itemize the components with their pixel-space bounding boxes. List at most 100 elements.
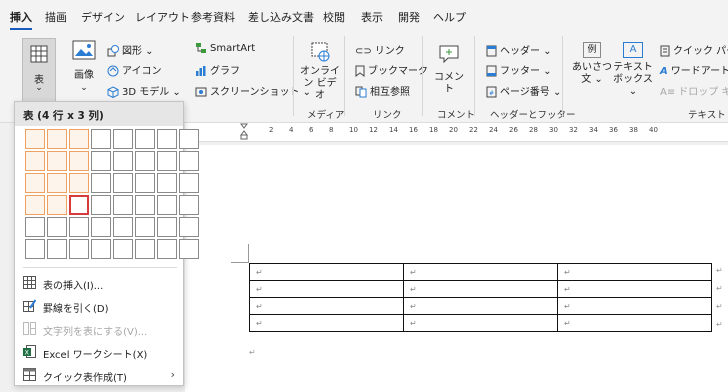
grid-cell[interactable] xyxy=(47,173,67,193)
tab-developer[interactable]: 開発 xyxy=(398,9,420,25)
grid-cell[interactable] xyxy=(47,239,67,259)
table-cell[interactable]: ↵ xyxy=(557,314,712,332)
grid-cell[interactable] xyxy=(179,195,199,215)
grid-cell[interactable] xyxy=(113,217,133,237)
text-to-table-item[interactable]: 文字列を表にする(V)... xyxy=(23,319,179,339)
footer-button[interactable]: フッター ⌄ xyxy=(486,62,552,77)
grid-cell[interactable] xyxy=(91,151,111,171)
grid-cell[interactable] xyxy=(91,173,111,193)
table-cell[interactable]: ↵ xyxy=(249,314,404,332)
grid-cell[interactable] xyxy=(25,217,45,237)
comment-button[interactable]: コメント xyxy=(431,44,467,96)
tab-layout[interactable]: レイアウト xyxy=(135,9,190,25)
grid-cell[interactable] xyxy=(91,217,111,237)
grid-cell[interactable] xyxy=(157,173,177,193)
graph-button[interactable]: グラフ xyxy=(195,62,240,77)
insert-table-item[interactable]: 表の挿入(I)... xyxy=(23,273,179,293)
table-cell[interactable]: ↵ xyxy=(557,297,712,315)
quick-tables-item[interactable]: クイック表作成(T) › xyxy=(23,365,179,385)
draw-table-item[interactable]: 罫線を引く(D) xyxy=(23,296,179,316)
icons-button[interactable]: アイコン xyxy=(107,62,162,77)
grid-cell[interactable] xyxy=(179,173,199,193)
group-divider xyxy=(562,36,563,116)
horizontal-ruler[interactable]: 2 4 6 8 10 12 14 16 18 20 22 24 26 28 30… xyxy=(185,123,728,142)
grid-cell[interactable] xyxy=(179,217,199,237)
grid-cell[interactable] xyxy=(25,173,45,193)
tab-review[interactable]: 校閲 xyxy=(323,9,345,25)
link-button[interactable]: ⊂⊃ リンク xyxy=(355,42,405,58)
grid-cell[interactable] xyxy=(91,239,111,259)
indent-marker-icon[interactable] xyxy=(240,123,248,140)
grid-cell[interactable] xyxy=(135,217,155,237)
table-cell[interactable]: ↵ xyxy=(557,280,712,298)
grid-cell[interactable] xyxy=(179,239,199,259)
tab-references[interactable]: 参考資料 xyxy=(191,9,235,25)
header-button[interactable]: ヘッダー ⌄ xyxy=(486,42,552,57)
dropcap-button[interactable]: A≡ドロップ キャップ xyxy=(660,83,728,99)
grid-cell[interactable] xyxy=(47,129,67,149)
textbox-button[interactable]: A テキスト ボックス ⌄ xyxy=(613,42,653,98)
cross-reference-button[interactable]: 相互参照 xyxy=(355,83,410,98)
grid-cell[interactable] xyxy=(47,217,67,237)
grid-cell[interactable] xyxy=(179,151,199,171)
grid-cell[interactable] xyxy=(69,239,89,259)
image-button[interactable]: 画像 ⌄ xyxy=(66,40,102,94)
table-cell[interactable]: ↵ xyxy=(249,297,404,315)
grid-cell[interactable] xyxy=(47,151,67,171)
grid-cell[interactable] xyxy=(135,195,155,215)
excel-worksheet-item[interactable]: X Excel ワークシート(X) xyxy=(23,342,179,362)
wordart-button[interactable]: A ワードアート xyxy=(660,62,728,78)
tab-help[interactable]: ヘルプ xyxy=(433,9,466,25)
grid-cell[interactable] xyxy=(69,151,89,171)
smartart-button[interactable]: SmartArt xyxy=(195,42,255,54)
page-number-button[interactable]: # ページ番号 ⌄ xyxy=(486,83,561,98)
grid-cell[interactable] xyxy=(25,239,45,259)
grid-cell[interactable] xyxy=(157,151,177,171)
grid-cell[interactable] xyxy=(157,239,177,259)
grid-cell[interactable] xyxy=(113,239,133,259)
grid-cell[interactable] xyxy=(25,151,45,171)
online-video-button[interactable]: オンライ ン ビデオ xyxy=(300,42,340,102)
tab-mailings[interactable]: 差し込み文書 xyxy=(248,9,314,25)
grid-cell[interactable] xyxy=(25,129,45,149)
grid-cell[interactable] xyxy=(113,151,133,171)
grid-cell[interactable] xyxy=(157,129,177,149)
grid-cell[interactable] xyxy=(69,217,89,237)
grid-cell[interactable] xyxy=(69,173,89,193)
tab-draw[interactable]: 描画 xyxy=(45,9,67,25)
greeting-button[interactable]: 例 あいさつ 文 ⌄ xyxy=(572,42,612,86)
grid-cell[interactable] xyxy=(135,151,155,171)
table-cell[interactable]: ↵ xyxy=(403,297,558,315)
tab-design[interactable]: デザイン xyxy=(81,9,125,25)
table-cell[interactable]: ↵ xyxy=(403,263,558,281)
grid-cell[interactable] xyxy=(179,129,199,149)
grid-cell[interactable] xyxy=(113,173,133,193)
grid-cell[interactable] xyxy=(47,195,67,215)
3d-model-button[interactable]: 3D モデル ⌄ xyxy=(107,83,181,98)
table-cell[interactable]: ↵ xyxy=(403,314,558,332)
quick-parts-button[interactable]: クイック パーツ xyxy=(660,42,728,57)
bookmark-button[interactable]: ブックマーク xyxy=(355,62,428,77)
document-table[interactable]: ↵ ↵ ↵ ↵ ↵ ↵ ↵ ↵ ↵ ↵ ↵ ↵ xyxy=(249,263,712,332)
grid-cell[interactable] xyxy=(157,195,177,215)
grid-cell[interactable] xyxy=(135,239,155,259)
shapes-button[interactable]: 図形 ⌄ xyxy=(107,42,154,57)
grid-cell[interactable] xyxy=(113,129,133,149)
grid-cell[interactable] xyxy=(135,129,155,149)
tab-view[interactable]: 表示 xyxy=(361,9,383,25)
grid-cell[interactable] xyxy=(69,195,89,215)
grid-cell[interactable] xyxy=(69,129,89,149)
grid-cell[interactable] xyxy=(157,217,177,237)
table-cell[interactable]: ↵ xyxy=(249,263,404,281)
table-cell[interactable]: ↵ xyxy=(403,280,558,298)
table-cell[interactable]: ↵ xyxy=(249,280,404,298)
grid-cell[interactable] xyxy=(135,173,155,193)
grid-cell[interactable] xyxy=(91,129,111,149)
table-cell[interactable]: ↵ xyxy=(557,263,712,281)
grid-cell[interactable] xyxy=(91,195,111,215)
table-button[interactable]: 表 ⌄ xyxy=(22,38,56,106)
grid-cell[interactable] xyxy=(113,195,133,215)
grid-cell[interactable] xyxy=(25,195,45,215)
text-to-table-icon xyxy=(23,322,36,335)
tab-insert[interactable]: 挿入 xyxy=(10,9,32,30)
